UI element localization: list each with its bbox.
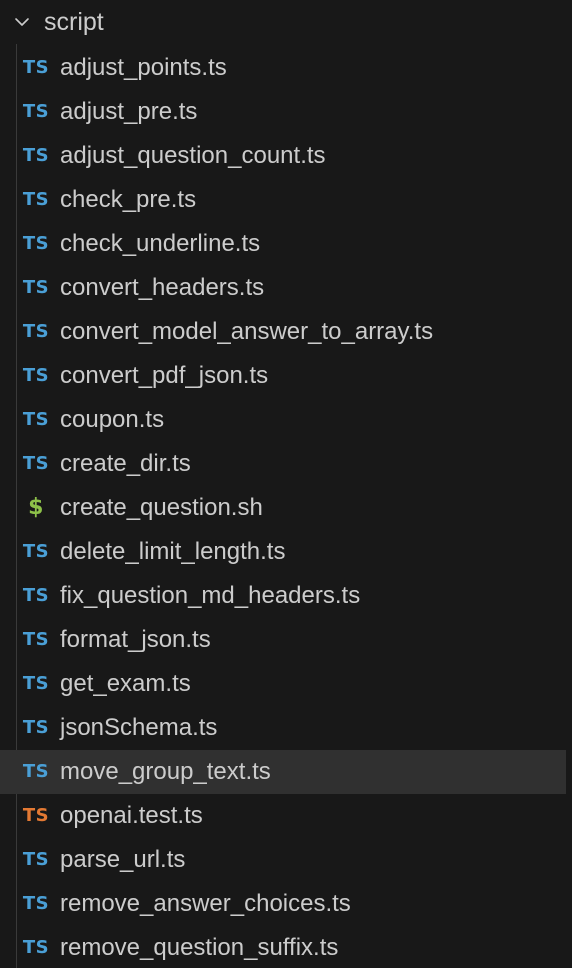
- file-item[interactable]: TS remove_answer_choices.ts: [0, 882, 566, 926]
- file-name: create_question.sh: [60, 494, 263, 521]
- typescript-icon: TS: [22, 233, 50, 254]
- typescript-icon: TS: [22, 365, 50, 386]
- typescript-icon: TS: [22, 761, 50, 782]
- file-item[interactable]: TS create_dir.ts: [0, 442, 566, 486]
- file-item[interactable]: TS fix_question_md_headers.ts: [0, 574, 566, 618]
- file-item[interactable]: TS convert_pdf_json.ts: [0, 354, 566, 398]
- file-item[interactable]: TS adjust_question_count.ts: [0, 134, 566, 178]
- file-item[interactable]: TS parse_url.ts: [0, 838, 566, 882]
- typescript-icon: TS: [22, 585, 50, 606]
- file-name: move_group_text.ts: [60, 758, 271, 785]
- file-name: parse_url.ts: [60, 846, 186, 873]
- file-item[interactable]: TS jsonSchema.ts: [0, 706, 566, 750]
- typescript-icon: TS: [22, 145, 50, 166]
- typescript-icon: TS: [22, 849, 50, 870]
- file-item[interactable]: TS remove_question_suffix.ts: [0, 926, 566, 968]
- file-name: create_dir.ts: [60, 450, 191, 477]
- file-item[interactable]: TS coupon.ts: [0, 398, 566, 442]
- file-name: check_underline.ts: [60, 230, 261, 257]
- file-item[interactable]: TS adjust_points.ts: [0, 46, 566, 90]
- file-name: coupon.ts: [60, 406, 165, 433]
- file-item[interactable]: TS move_group_text.ts: [0, 750, 566, 794]
- file-name: remove_question_suffix.ts: [60, 934, 339, 961]
- file-name: adjust_points.ts: [60, 54, 227, 81]
- file-name: adjust_question_count.ts: [60, 142, 326, 169]
- file-name: delete_limit_length.ts: [60, 538, 286, 565]
- file-name: adjust_pre.ts: [60, 98, 198, 125]
- file-explorer: script TS adjust_points.ts TS adjust_pre.ts…: [0, 0, 572, 968]
- file-item[interactable]: TS format_json.ts: [0, 618, 566, 662]
- file-item[interactable]: $ create_question.sh: [0, 486, 566, 530]
- typescript-icon: TS: [22, 629, 50, 650]
- typescript-test-icon: TS: [22, 805, 50, 826]
- file-item[interactable]: TS convert_headers.ts: [0, 266, 566, 310]
- typescript-icon: TS: [22, 541, 50, 562]
- file-name: format_json.ts: [60, 626, 211, 653]
- typescript-icon: TS: [22, 673, 50, 694]
- shell-script-icon: $: [28, 495, 44, 520]
- file-item[interactable]: TS check_underline.ts: [0, 222, 566, 266]
- typescript-icon: TS: [22, 717, 50, 738]
- file-item[interactable]: TS openai.test.ts: [0, 794, 566, 838]
- file-name: fix_question_md_headers.ts: [60, 582, 361, 609]
- file-name: convert_pdf_json.ts: [60, 362, 269, 389]
- file-name: convert_headers.ts: [60, 274, 265, 301]
- file-list: TS adjust_points.ts TS adjust_pre.ts TS adjus…: [0, 46, 572, 968]
- typescript-icon: TS: [22, 893, 50, 914]
- file-name: convert_model_answer_to_array.ts: [60, 318, 434, 345]
- typescript-icon: TS: [22, 453, 50, 474]
- typescript-icon: TS: [22, 189, 50, 210]
- file-name: check_pre.ts: [60, 186, 197, 213]
- typescript-icon: TS: [22, 409, 50, 430]
- typescript-icon: TS: [22, 321, 50, 342]
- file-item[interactable]: TS delete_limit_length.ts: [0, 530, 566, 574]
- file-name: openai.test.ts: [60, 802, 203, 829]
- file-name: remove_answer_choices.ts: [60, 890, 351, 917]
- typescript-icon: TS: [22, 101, 50, 122]
- folder-script[interactable]: script: [0, 0, 572, 44]
- file-item[interactable]: TS adjust_pre.ts: [0, 90, 566, 134]
- typescript-icon: TS: [22, 277, 50, 298]
- folder-label: script: [44, 8, 104, 36]
- file-item[interactable]: TS convert_model_answer_to_array.ts: [0, 310, 566, 354]
- typescript-icon: TS: [22, 57, 50, 78]
- file-item[interactable]: TS get_exam.ts: [0, 662, 566, 706]
- chevron-down-icon[interactable]: [14, 14, 30, 30]
- file-item[interactable]: TS check_pre.ts: [0, 178, 566, 222]
- typescript-icon: TS: [22, 937, 50, 958]
- file-name: jsonSchema.ts: [60, 714, 218, 741]
- file-name: get_exam.ts: [60, 670, 191, 697]
